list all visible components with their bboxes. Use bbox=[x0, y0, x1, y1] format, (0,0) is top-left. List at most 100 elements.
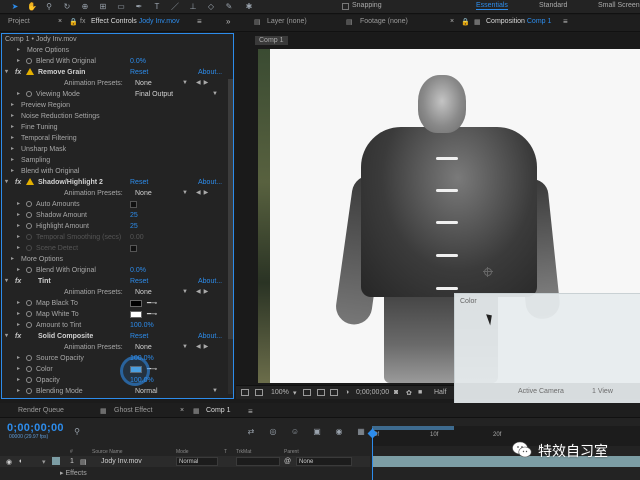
stopwatch-icon[interactable] bbox=[26, 223, 32, 229]
reset-link[interactable]: Reset bbox=[130, 67, 148, 78]
property-group-row[interactable]: ▸ More Options bbox=[2, 254, 227, 265]
expand-panels-icon[interactable]: » bbox=[226, 17, 230, 26]
snapping-checkbox[interactable] bbox=[342, 3, 349, 10]
animation-presets-row[interactable]: Animation Presets: None ▼ ◀▶ bbox=[2, 78, 227, 89]
puppet-pin-icon[interactable]: ✱ bbox=[244, 2, 254, 12]
eyedropper-icon[interactable]: ━⊸ bbox=[147, 298, 157, 309]
property-group-row[interactable]: ▸ More Options bbox=[2, 45, 227, 56]
eyedropper-icon[interactable]: ━⊸ bbox=[147, 309, 157, 320]
work-area-bar[interactable] bbox=[372, 426, 454, 430]
color-swatch[interactable] bbox=[130, 300, 142, 307]
mask-visibility-icon[interactable] bbox=[317, 389, 325, 396]
playhead-line[interactable] bbox=[372, 428, 373, 480]
chevron-down-icon[interactable]: ▼ bbox=[182, 78, 188, 89]
animation-presets-dropdown[interactable]: None bbox=[135, 188, 152, 199]
about-link[interactable]: About... bbox=[198, 67, 222, 78]
panel-menu-icon[interactable]: ≡ bbox=[197, 17, 202, 26]
expand-arrow-icon[interactable]: ▸ bbox=[17, 45, 20, 56]
type-tool-icon[interactable]: T bbox=[152, 2, 162, 12]
close-icon[interactable]: × bbox=[180, 407, 184, 414]
preset-nav-icon[interactable]: ◀▶ bbox=[196, 78, 211, 89]
fx-toggle-icon[interactable]: fx bbox=[15, 331, 21, 342]
property-row[interactable]: ▸ Scene Detect bbox=[2, 243, 227, 254]
brush-tool-icon[interactable]: ／ bbox=[170, 2, 180, 12]
eraser-icon[interactable]: ◇ bbox=[206, 2, 216, 12]
property-row[interactable]: ▸ Map White To ━⊸ bbox=[2, 309, 227, 320]
expand-arrow-icon[interactable]: ▸ bbox=[17, 221, 20, 232]
property-group-row[interactable]: ▸ Preview Region bbox=[2, 100, 227, 111]
property-dropdown[interactable]: Final Output bbox=[135, 89, 173, 100]
always-preview-icon[interactable] bbox=[241, 389, 249, 396]
property-row[interactable]: ▸ Highlight Amount 25 bbox=[2, 221, 227, 232]
camera-orbit-icon[interactable]: ⊕ bbox=[80, 2, 90, 12]
stopwatch-icon[interactable] bbox=[26, 201, 32, 207]
effect-header-row[interactable]: ▾ fx Remove Grain Reset About... bbox=[2, 67, 227, 78]
expand-arrow-icon[interactable]: ▸ bbox=[17, 375, 20, 386]
property-row[interactable]: ▸ Temporal Smoothing (secs) 0.00 bbox=[2, 232, 227, 243]
workspace-essentials[interactable]: Essentials bbox=[476, 2, 508, 10]
stopwatch-icon[interactable] bbox=[26, 267, 32, 273]
expand-arrow-icon[interactable]: ▸ bbox=[11, 155, 14, 166]
pen-tool-icon[interactable]: ✒ bbox=[134, 2, 144, 12]
preset-nav-icon[interactable]: ◀▶ bbox=[196, 287, 211, 298]
workspace-standard[interactable]: Standard bbox=[539, 2, 567, 9]
expand-arrow-icon[interactable]: ▸ bbox=[17, 320, 20, 331]
reset-link[interactable]: Reset bbox=[130, 331, 148, 342]
stopwatch-icon[interactable] bbox=[26, 212, 32, 218]
comp-sub-tab[interactable]: Comp 1 bbox=[255, 36, 288, 45]
hand-tool-icon[interactable]: ✋ bbox=[27, 2, 37, 12]
tab-project[interactable]: Project bbox=[8, 18, 30, 25]
camera-dropdown[interactable]: Active Camera bbox=[518, 388, 564, 395]
expand-arrow-icon[interactable]: ▸ bbox=[11, 254, 14, 265]
grid-icon[interactable] bbox=[303, 389, 311, 396]
stopwatch-icon[interactable] bbox=[26, 91, 32, 97]
view-layout-dropdown[interactable]: 1 View bbox=[592, 388, 613, 395]
workspace-small-screen[interactable]: Small Screen bbox=[598, 2, 640, 9]
animation-presets-dropdown[interactable]: None bbox=[135, 78, 152, 89]
property-group-row[interactable]: ▸ Temporal Filtering bbox=[2, 133, 227, 144]
stopwatch-icon[interactable] bbox=[26, 58, 32, 64]
color-picker-swatch-icon[interactable]: ■ bbox=[418, 389, 422, 396]
parent-dropdown[interactable]: None bbox=[296, 457, 352, 466]
expand-layer-icon[interactable]: ▾ bbox=[42, 458, 46, 466]
fx-toggle-icon[interactable]: fx bbox=[15, 276, 21, 287]
current-time[interactable]: 0;00;00;00 bbox=[356, 389, 389, 396]
graph-editor-icon[interactable]: ▦ bbox=[356, 427, 366, 437]
expand-arrow-icon[interactable]: ▸ bbox=[17, 298, 20, 309]
expand-arrow-icon[interactable]: ▸ bbox=[17, 309, 20, 320]
preset-nav-icon[interactable]: ◀▶ bbox=[196, 188, 211, 199]
property-row[interactable]: ▸ Viewing Mode Final Output ▼ bbox=[2, 89, 227, 100]
effect-header-row[interactable]: ▾ fx Shadow/Highlight 2 Reset About... bbox=[2, 177, 227, 188]
chevron-down-icon[interactable]: ▼ bbox=[212, 386, 218, 397]
tab-comp-1[interactable]: Comp 1 bbox=[206, 407, 231, 414]
expand-arrow-icon[interactable]: ▸ bbox=[11, 166, 14, 177]
chevron-down-icon[interactable]: ▼ bbox=[182, 342, 188, 353]
zoom-dropdown[interactable]: 100% bbox=[271, 389, 289, 396]
tab-ghost-effect[interactable]: Ghost Effect bbox=[114, 407, 152, 414]
about-link[interactable]: About... bbox=[198, 276, 222, 287]
scrollbar-thumb[interactable] bbox=[228, 79, 233, 339]
property-group-row[interactable]: ▸ Fine Tuning bbox=[2, 122, 227, 133]
stopwatch-icon[interactable] bbox=[26, 322, 32, 328]
region-icon[interactable] bbox=[255, 389, 263, 396]
property-value[interactable]: 100.0% bbox=[130, 320, 154, 331]
property-value[interactable]: 0.0% bbox=[130, 56, 146, 67]
property-row[interactable]: ▸ Color ━⊸ bbox=[2, 364, 227, 375]
property-row[interactable]: ▸ Source Opacity 100.0% bbox=[2, 353, 227, 364]
effect-header-row[interactable]: ▾ fx Tint Reset About... bbox=[2, 276, 227, 287]
property-checkbox[interactable] bbox=[130, 245, 137, 252]
expand-arrow-icon[interactable]: ▸ bbox=[11, 144, 14, 155]
pick-whip-icon[interactable]: @ bbox=[284, 458, 291, 465]
animation-presets-dropdown[interactable]: None bbox=[135, 287, 152, 298]
expand-arrow-icon[interactable]: ▸ bbox=[17, 89, 20, 100]
property-value[interactable]: 25 bbox=[130, 210, 138, 221]
expand-arrow-icon[interactable]: ▸ bbox=[11, 100, 14, 111]
animation-presets-row[interactable]: Animation Presets: None ▼ ◀▶ bbox=[2, 188, 227, 199]
property-group-row[interactable]: ▸ Noise Reduction Settings bbox=[2, 111, 227, 122]
lock-icon[interactable]: 🔒 bbox=[69, 18, 78, 26]
animation-presets-dropdown[interactable]: None bbox=[135, 342, 152, 353]
snapshot-show-icon[interactable]: ◑ bbox=[345, 389, 349, 396]
audio-icon[interactable]: ◖ bbox=[18, 458, 22, 465]
expand-arrow-icon[interactable]: ▸ bbox=[17, 210, 20, 221]
stopwatch-icon[interactable] bbox=[26, 388, 32, 394]
